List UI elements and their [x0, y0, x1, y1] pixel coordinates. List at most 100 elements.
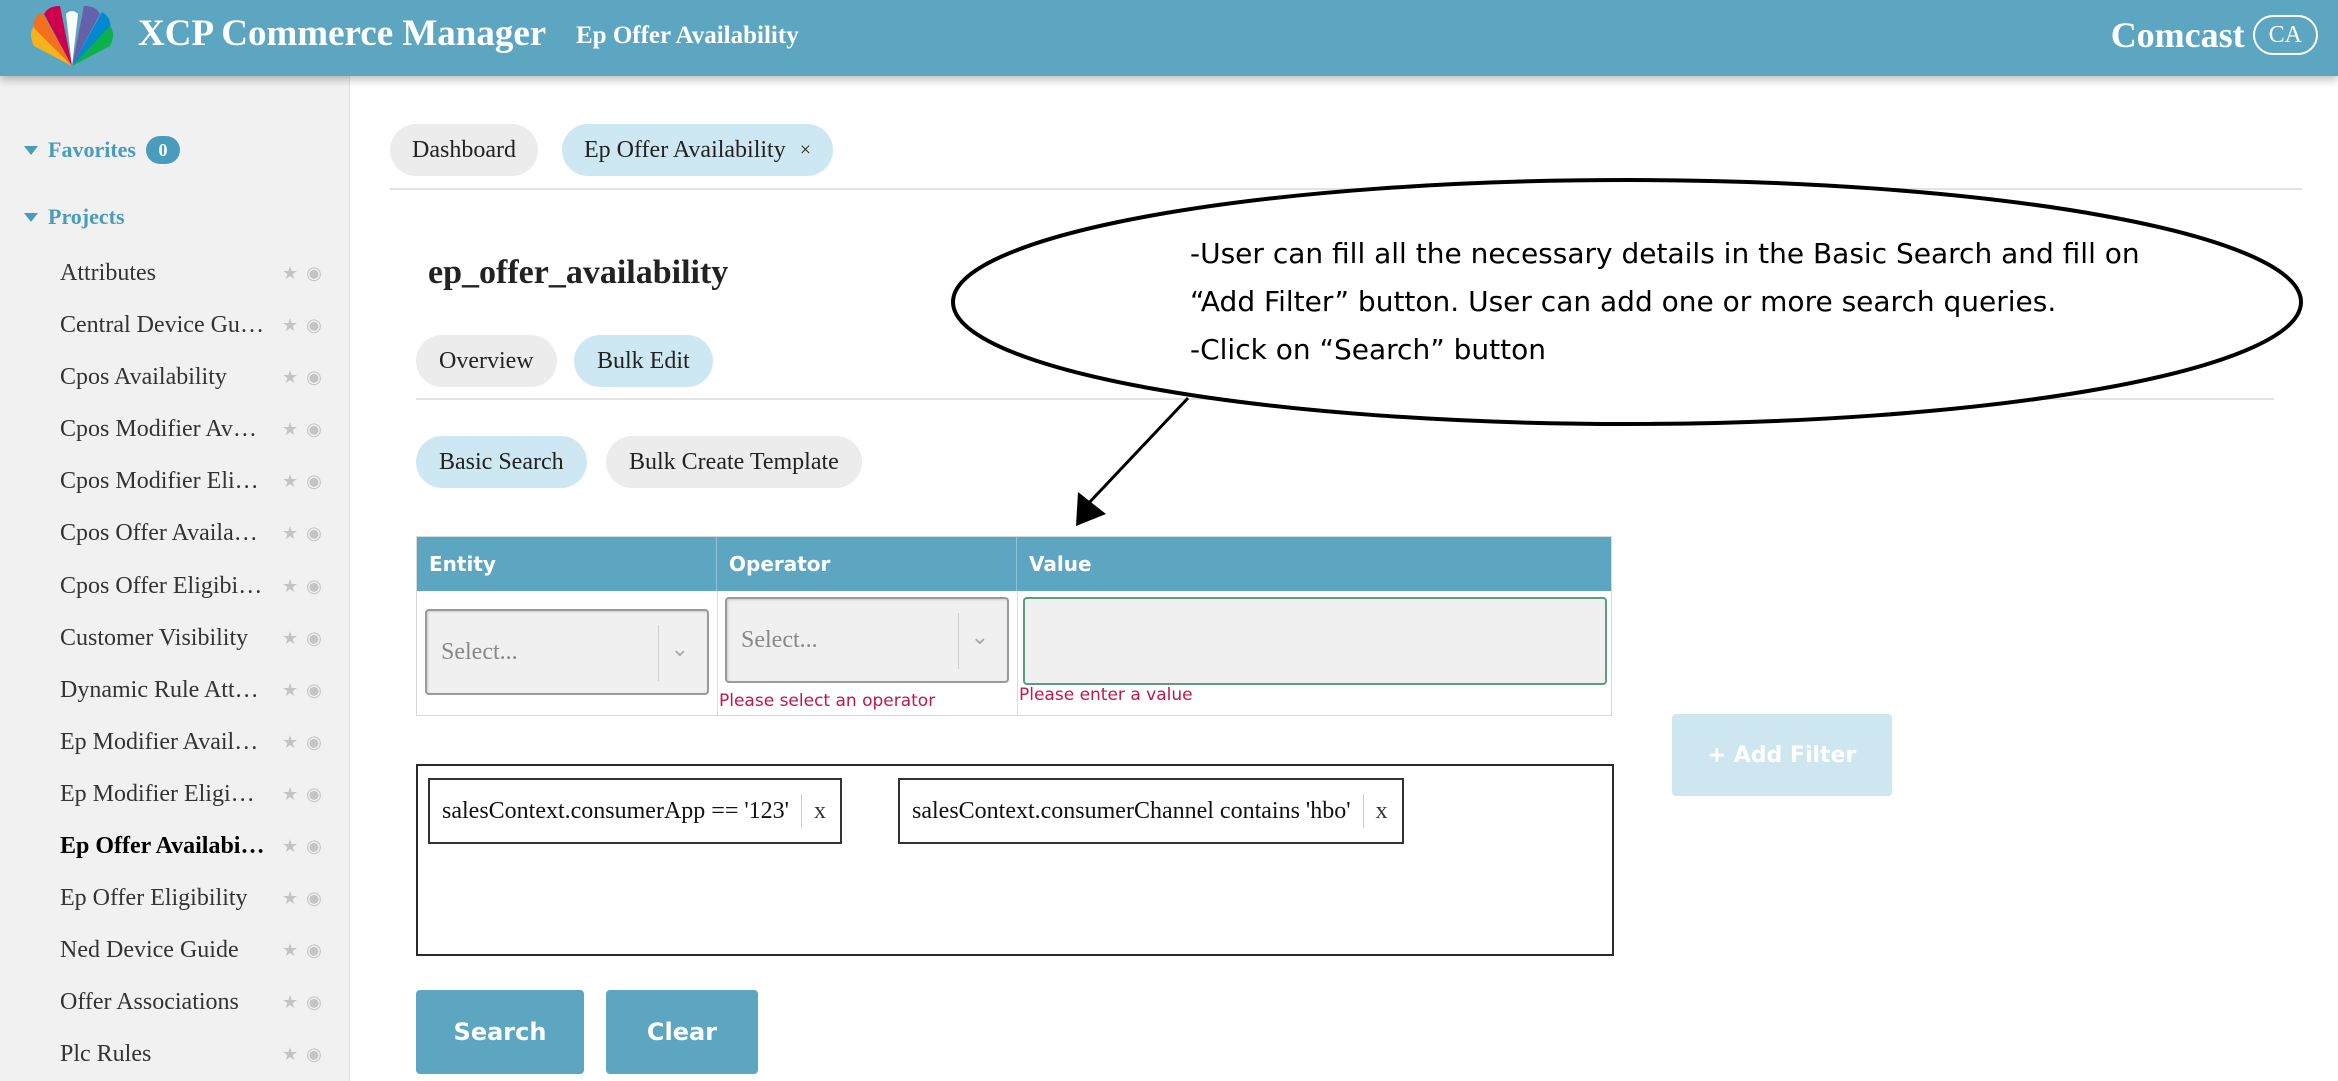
star-icon[interactable]: ★ [282, 992, 298, 1013]
column-divider [717, 591, 718, 715]
sidebar-item-central-device-guide[interactable]: Central Device Guide ★ ◉ [0, 300, 350, 352]
query-chip: salesContext.consumerApp == '123' x [428, 778, 843, 844]
sidebar-item-label: Ep Offer Availability [60, 833, 266, 860]
eye-icon[interactable]: ◉ [306, 784, 322, 805]
star-icon[interactable]: ★ [282, 784, 298, 805]
favorites-count-badge: 0 [145, 136, 180, 164]
star-icon[interactable]: ★ [282, 940, 298, 961]
sidebar-item-offer-associations[interactable]: Offer Associations ★ ◉ [0, 977, 350, 1029]
projects-label: Projects [48, 204, 125, 229]
annotation-text: -User can fill all the necessary details… [1190, 230, 2150, 374]
tab-basic-search[interactable]: Basic Search [416, 436, 587, 488]
sidebar-item-label: Attributes [60, 260, 156, 286]
star-icon[interactable]: ★ [282, 471, 298, 492]
eye-icon[interactable]: ◉ [306, 315, 322, 336]
entity-select[interactable]: Select... ⌄ [425, 609, 709, 695]
brand: Comcast CA [2111, 14, 2318, 56]
star-icon[interactable]: ★ [282, 576, 298, 597]
eye-icon[interactable]: ◉ [306, 628, 322, 649]
query-chip-text: salesContext.consumerChannel contains 'h… [912, 797, 1351, 824]
app-title: XCP Commerce Manager [138, 13, 547, 54]
sidebar-item-ned-device-guide[interactable]: Ned Device Guide ★ ◉ [0, 925, 350, 977]
star-icon[interactable]: ★ [282, 680, 298, 701]
eye-icon[interactable]: ◉ [306, 732, 322, 753]
tab-bulk-create-template[interactable]: Bulk Create Template [606, 436, 862, 488]
sidebar-item-label: Cpos Offer Availability [60, 520, 266, 547]
star-icon[interactable]: ★ [282, 1044, 298, 1065]
sidebar-item-label: Plc Rules [60, 1041, 152, 1068]
operator-select[interactable]: Select... ⌄ [725, 597, 1009, 683]
region-badge[interactable]: CA [2252, 15, 2318, 55]
tab-label: Dashboard [412, 136, 516, 163]
filter-table: Entity Operator Value Select... ⌄ Select… [416, 536, 1612, 716]
star-icon[interactable]: ★ [282, 367, 298, 388]
tab-bulk-edit[interactable]: Bulk Edit [574, 335, 713, 387]
sidebar-item-cpos-offer-availability[interactable]: Cpos Offer Availability ★ ◉ [0, 508, 350, 560]
star-icon[interactable]: ★ [282, 836, 298, 857]
eye-icon[interactable]: ◉ [306, 263, 322, 284]
page-subtitle: Ep Offer Availability [576, 22, 799, 49]
tab-ep-offer-availability[interactable]: Ep Offer Availability × [562, 124, 834, 176]
sidebar-item-ep-modifier-eligibility[interactable]: Ep Modifier Eligibility ★ ◉ [0, 769, 350, 821]
sidebar-item-label: Offer Associations [60, 989, 239, 1016]
eye-icon[interactable]: ◉ [306, 888, 322, 909]
star-icon[interactable]: ★ [282, 263, 298, 284]
sidebar-item-customer-visibility[interactable]: Customer Visibility ★ ◉ [0, 613, 350, 665]
peacock-logo-icon[interactable] [20, 6, 124, 70]
app-header: XCP Commerce Manager Ep Offer Availabili… [0, 0, 2338, 76]
chevron-down-icon[interactable]: ⌄ [971, 625, 989, 650]
star-icon[interactable]: ★ [282, 732, 298, 753]
sidebar-item-label: Ep Modifier Eligibility [60, 780, 266, 807]
value-error: Please enter a value [1019, 685, 1193, 705]
sidebar-item-cpos-modifier-eligibility[interactable]: Cpos Modifier Eligibility ★ ◉ [0, 456, 350, 508]
value-input[interactable] [1023, 597, 1607, 685]
eye-icon[interactable]: ◉ [306, 836, 322, 857]
search-queries-box: salesContext.consumerApp == '123' x sale… [416, 764, 1614, 956]
remove-query-icon[interactable]: x [802, 798, 840, 825]
star-icon[interactable]: ★ [282, 523, 298, 544]
sidebar-item-plc-rules[interactable]: Plc Rules ★ ◉ [0, 1029, 350, 1081]
sidebar: Favorites 0 Projects Attributes ★ ◉ Centra… [0, 76, 350, 1081]
sidebar-item-label: Dynamic Rule Attributes [60, 676, 266, 703]
sidebar-item-attributes[interactable]: Attributes ★ ◉ [0, 248, 350, 300]
search-button[interactable]: Search [416, 990, 584, 1074]
chevron-down-icon[interactable]: ⌄ [671, 637, 689, 662]
favorites-section[interactable]: Favorites 0 [24, 136, 180, 164]
caret-down-icon [24, 145, 38, 155]
tab-overview[interactable]: Overview [416, 335, 557, 387]
sidebar-item-ep-offer-availability[interactable]: Ep Offer Availability ★ ◉ [0, 821, 350, 873]
eye-icon[interactable]: ◉ [306, 367, 322, 388]
sidebar-item-cpos-availability[interactable]: Cpos Availability ★ ◉ [0, 352, 350, 404]
star-icon[interactable]: ★ [282, 315, 298, 336]
eye-icon[interactable]: ◉ [306, 471, 322, 492]
eye-icon[interactable]: ◉ [306, 1044, 322, 1065]
sidebar-item-label: Cpos Availability [60, 364, 227, 391]
eye-icon[interactable]: ◉ [306, 576, 322, 597]
star-icon[interactable]: ★ [282, 628, 298, 649]
clear-button[interactable]: Clear [606, 990, 758, 1074]
project-list: Attributes ★ ◉ Central Device Guide ★ ◉ Cpos… [0, 248, 350, 1081]
star-icon[interactable]: ★ [282, 888, 298, 909]
sidebar-item-cpos-modifier-availability[interactable]: Cpos Modifier Availability ★ ◉ [0, 404, 350, 456]
sidebar-item-dynamic-rule-attributes[interactable]: Dynamic Rule Attributes ★ ◉ [0, 665, 350, 717]
sidebar-item-ep-modifier-availability[interactable]: Ep Modifier Availability ★ ◉ [0, 717, 350, 769]
tab-label: Ep Offer Availability [584, 136, 786, 163]
column-divider [1017, 591, 1018, 715]
star-icon[interactable]: ★ [282, 419, 298, 440]
tab-dashboard[interactable]: Dashboard [390, 124, 538, 176]
add-filter-button[interactable]: + Add Filter [1672, 714, 1892, 796]
sidebar-item-cpos-offer-eligibility[interactable]: Cpos Offer Eligibility ★ ◉ [0, 561, 350, 613]
eye-icon[interactable]: ◉ [306, 992, 322, 1013]
projects-section[interactable]: Projects [24, 204, 125, 230]
brand-name: Comcast [2110, 15, 2245, 55]
select-divider [658, 625, 659, 681]
sidebar-item-ep-offer-eligibility[interactable]: Ep Offer Eligibility ★ ◉ [0, 873, 350, 925]
sidebar-item-label: Cpos Modifier Eligibility [60, 468, 266, 495]
close-icon[interactable]: × [800, 139, 811, 162]
remove-query-icon[interactable]: x [1364, 798, 1402, 825]
eye-icon[interactable]: ◉ [306, 523, 322, 544]
eye-icon[interactable]: ◉ [306, 940, 322, 961]
eye-icon[interactable]: ◉ [306, 419, 322, 440]
sidebar-item-label: Ep Offer Eligibility [60, 885, 248, 912]
eye-icon[interactable]: ◉ [306, 680, 322, 701]
